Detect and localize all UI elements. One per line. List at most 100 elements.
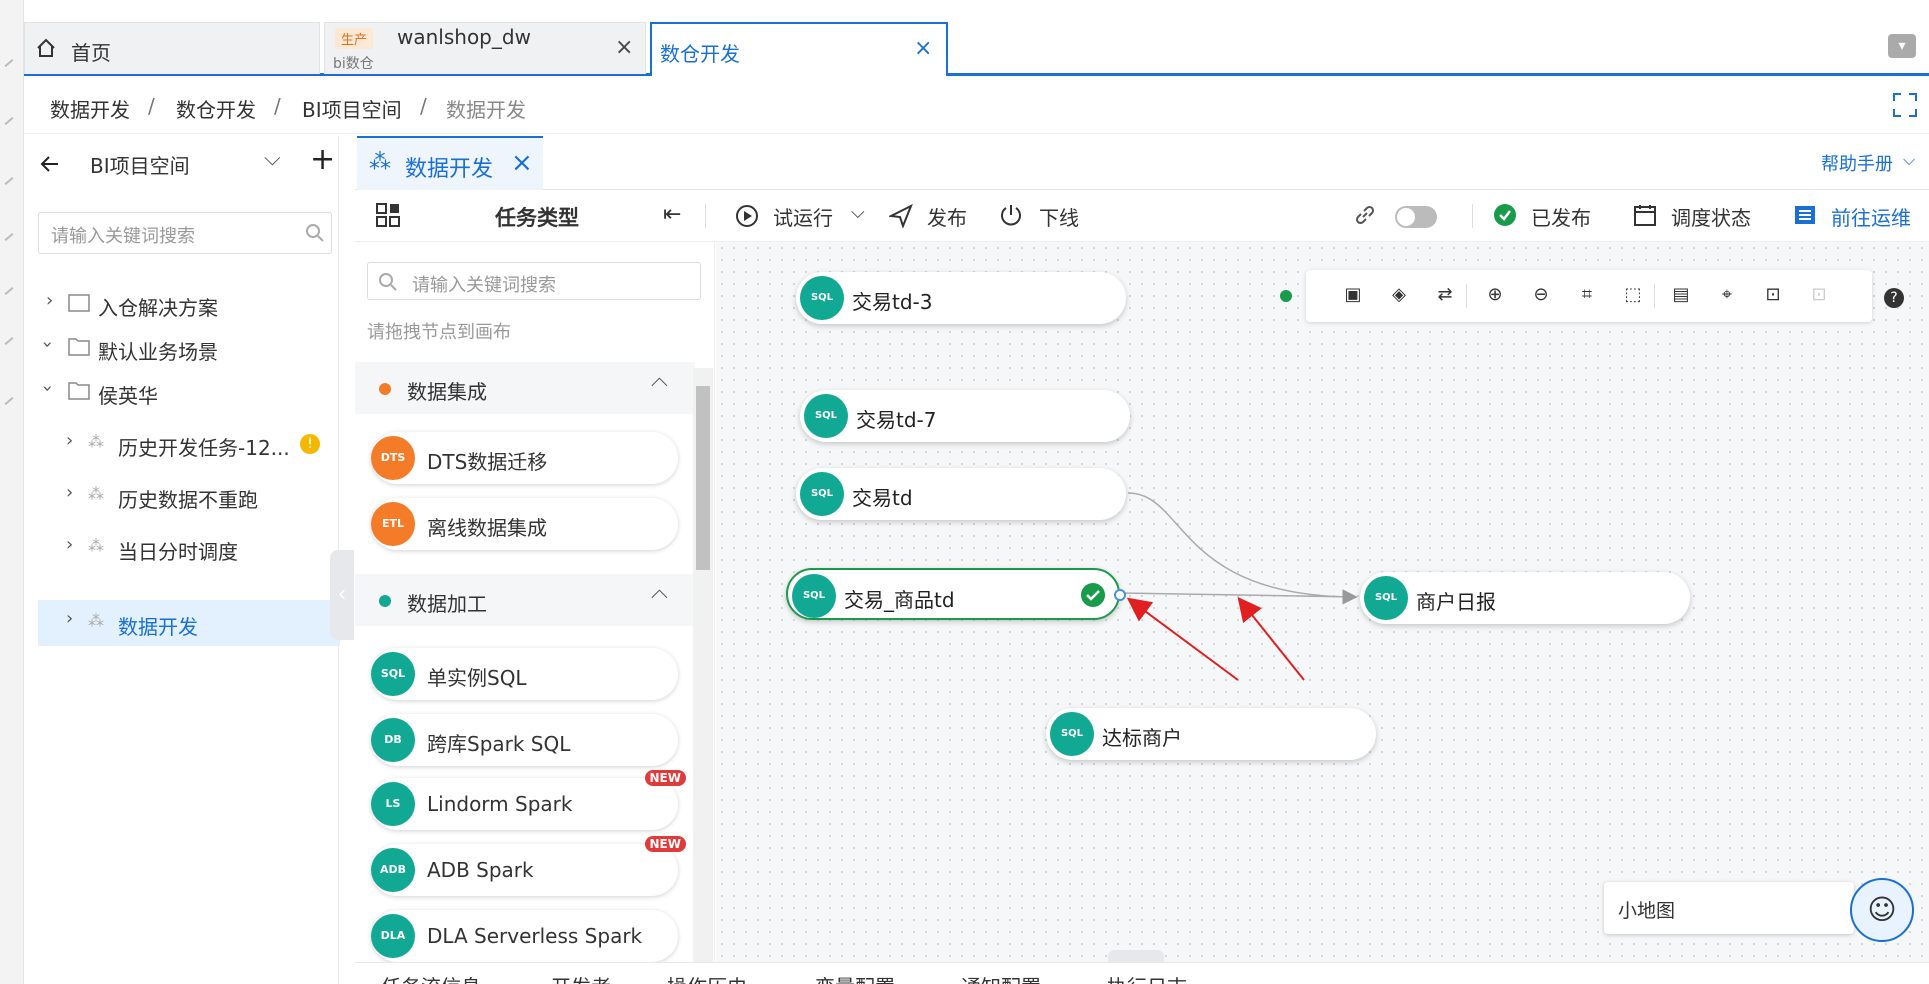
scrollbar-thumb[interactable]: [696, 386, 710, 570]
palette-item[interactable]: LS Lindorm Spark NEW: [371, 770, 686, 830]
bottom-tab[interactable]: 开发者: [551, 971, 611, 984]
adb-spark-icon: ADB: [371, 848, 415, 892]
flow-node[interactable]: SQL 交易td: [796, 468, 1126, 520]
chevron-right-icon: ›: [66, 534, 74, 555]
palette-item[interactable]: ADB ADB Spark NEW: [371, 836, 686, 896]
list-indent-icon[interactable]: ⇤: [663, 202, 681, 227]
tag-icon[interactable]: ⌖: [1716, 284, 1738, 306]
tree-item[interactable]: › ⁂ 当日分时调度: [38, 526, 363, 570]
palette-group-title: 数据集成: [407, 380, 487, 404]
swap-icon[interactable]: ⇄: [1434, 284, 1456, 306]
chevron-down-icon[interactable]: ⌵: [851, 202, 865, 223]
tree-item[interactable]: › 入仓解决方案: [38, 282, 363, 326]
sidebar-search-input[interactable]: 请输入关键词搜索: [38, 212, 332, 254]
palette-item[interactable]: ETL 离线数据集成: [371, 498, 678, 550]
palette-group-integration[interactable]: 数据集成 ⌵: [355, 362, 695, 414]
output-port[interactable]: [1114, 589, 1126, 601]
tree-item[interactable]: › ⁂ 历史开发任务-12... !: [38, 422, 363, 466]
tree-item-label: 数据开发: [118, 615, 198, 639]
trial-run-button[interactable]: 试运行: [773, 202, 833, 231]
task-flow-icon: ⁂: [88, 484, 104, 503]
warning-icon: !: [300, 434, 320, 454]
palette-item-label: DLA Serverless Spark: [427, 924, 643, 948]
save-icon[interactable]: ▣: [1342, 284, 1364, 306]
check-circle-icon: [1494, 204, 1516, 226]
flow-canvas[interactable]: SQL 交易td-3 SQL 交易td-7 SQL 交易td SQL 交易_商品…: [716, 242, 1929, 962]
layers-icon[interactable]: ◈: [1388, 284, 1410, 306]
tree-item-label: 当日分时调度: [118, 540, 238, 564]
flow-node[interactable]: SQL 商户日报: [1360, 572, 1690, 624]
palette-item[interactable]: SQL 单实例SQL: [371, 648, 678, 700]
chevron-down-icon: ›: [37, 340, 59, 349]
palette-item-label: ADB Spark: [427, 858, 534, 882]
work-tab-data-dev[interactable]: ⁂ 数据开发 ×: [357, 136, 543, 190]
tree-item[interactable]: › 侯英华: [37, 370, 363, 414]
zoom-in-icon[interactable]: ⊕: [1484, 284, 1506, 306]
tab-project[interactable]: 生产 wanlshop_dw bi数仓 ×: [324, 22, 646, 74]
sql-icon: SQL: [371, 652, 415, 696]
tab-home[interactable]: 首页: [24, 22, 320, 74]
chevron-down-icon[interactable]: ⌵: [264, 146, 281, 171]
task-flow-icon: ⁂: [369, 150, 391, 175]
chevron-up-icon: ⌵: [651, 372, 668, 397]
plus-icon[interactable]: +: [310, 142, 335, 177]
bottom-tab[interactable]: 任务流信息: [381, 971, 481, 984]
chevron-right-icon: ›: [66, 430, 74, 451]
palette-item[interactable]: DB 跨库Spark SQL: [371, 714, 678, 766]
power-icon: [1001, 205, 1021, 226]
close-icon[interactable]: ×: [511, 148, 533, 178]
home-icon: [37, 38, 55, 57]
new-badge: NEW: [644, 770, 686, 786]
assistant-avatar[interactable]: ☺: [1850, 878, 1914, 942]
breadcrumb-item[interactable]: BI项目空间: [302, 94, 402, 123]
publish-button[interactable]: 发布: [927, 202, 967, 231]
bottom-tab[interactable]: 变量配置: [815, 971, 895, 984]
tab-warehouse-dev[interactable]: 数仓开发 ×: [650, 22, 948, 76]
bottom-tab[interactable]: 操作历史: [667, 971, 747, 984]
crop-icon[interactable]: ⌗: [1576, 284, 1598, 306]
palette-scrollbar[interactable]: [693, 368, 713, 962]
breadcrumb-item[interactable]: 数据开发: [50, 94, 130, 123]
panel-icon[interactable]: ▤: [1670, 284, 1692, 306]
palette-group-processing[interactable]: 数据加工 ⌵: [355, 574, 695, 626]
back-arrow-icon[interactable]: [38, 152, 62, 176]
tree-item[interactable]: › 默认业务场景: [37, 326, 363, 370]
goto-ops-link[interactable]: 前往运维: [1831, 202, 1911, 231]
tree-item-selected[interactable]: › ⁂ 数据开发: [38, 600, 340, 646]
bottom-panel-handle[interactable]: [1108, 950, 1164, 962]
lock-icon[interactable]: ⊡: [1762, 284, 1784, 306]
flow-node[interactable]: SQL 交易td-7: [800, 390, 1130, 442]
offline-button[interactable]: 下线: [1039, 202, 1079, 231]
palette-item[interactable]: DLA DLA Serverless Spark: [371, 910, 678, 962]
toggle-switch[interactable]: [1395, 206, 1437, 228]
breadcrumb-item: 数据开发: [446, 98, 526, 122]
fullscreen-icon[interactable]: [1892, 92, 1918, 118]
bottom-tab[interactable]: 通知配置: [961, 971, 1041, 984]
select-icon[interactable]: ⬚: [1622, 284, 1644, 306]
link-icon[interactable]: [1353, 203, 1377, 227]
grid-icon[interactable]: [375, 202, 401, 228]
flow-node-selected[interactable]: SQL 交易_商品td: [786, 568, 1126, 620]
offline-integration-icon: ETL: [371, 502, 415, 546]
palette-item-label: Lindorm Spark: [427, 792, 573, 816]
help-icon[interactable]: ?: [1884, 288, 1904, 308]
tab-overflow-button[interactable]: ▾: [1888, 34, 1916, 58]
flow-node[interactable]: SQL 交易td-3: [796, 272, 1126, 324]
tree-item[interactable]: › ⁂ 历史数据不重跑: [38, 474, 363, 518]
sidebar-collapse-handle[interactable]: ‹: [330, 550, 354, 640]
divider: [705, 204, 706, 228]
tree-item-label: 历史数据不重跑: [118, 488, 258, 512]
palette-search-input[interactable]: 请输入关键词搜索: [367, 262, 701, 300]
group-dot: [379, 383, 391, 395]
bottom-tab[interactable]: 执行日志: [1107, 971, 1187, 984]
breadcrumb-item[interactable]: 数仓开发: [176, 94, 256, 123]
close-icon[interactable]: ×: [914, 38, 932, 60]
help-manual-link[interactable]: 帮助手册: [1821, 150, 1893, 176]
minimap-panel[interactable]: 小地图: [1604, 882, 1854, 934]
schedule-status-button[interactable]: 调度状态: [1671, 202, 1751, 231]
flow-node[interactable]: SQL 达标商户: [1046, 708, 1376, 760]
sql-icon: SQL: [1050, 712, 1094, 756]
palette-item[interactable]: DTS DTS数据迁移: [371, 432, 678, 484]
close-icon[interactable]: ×: [615, 37, 633, 59]
zoom-out-icon[interactable]: ⊖: [1530, 284, 1552, 306]
